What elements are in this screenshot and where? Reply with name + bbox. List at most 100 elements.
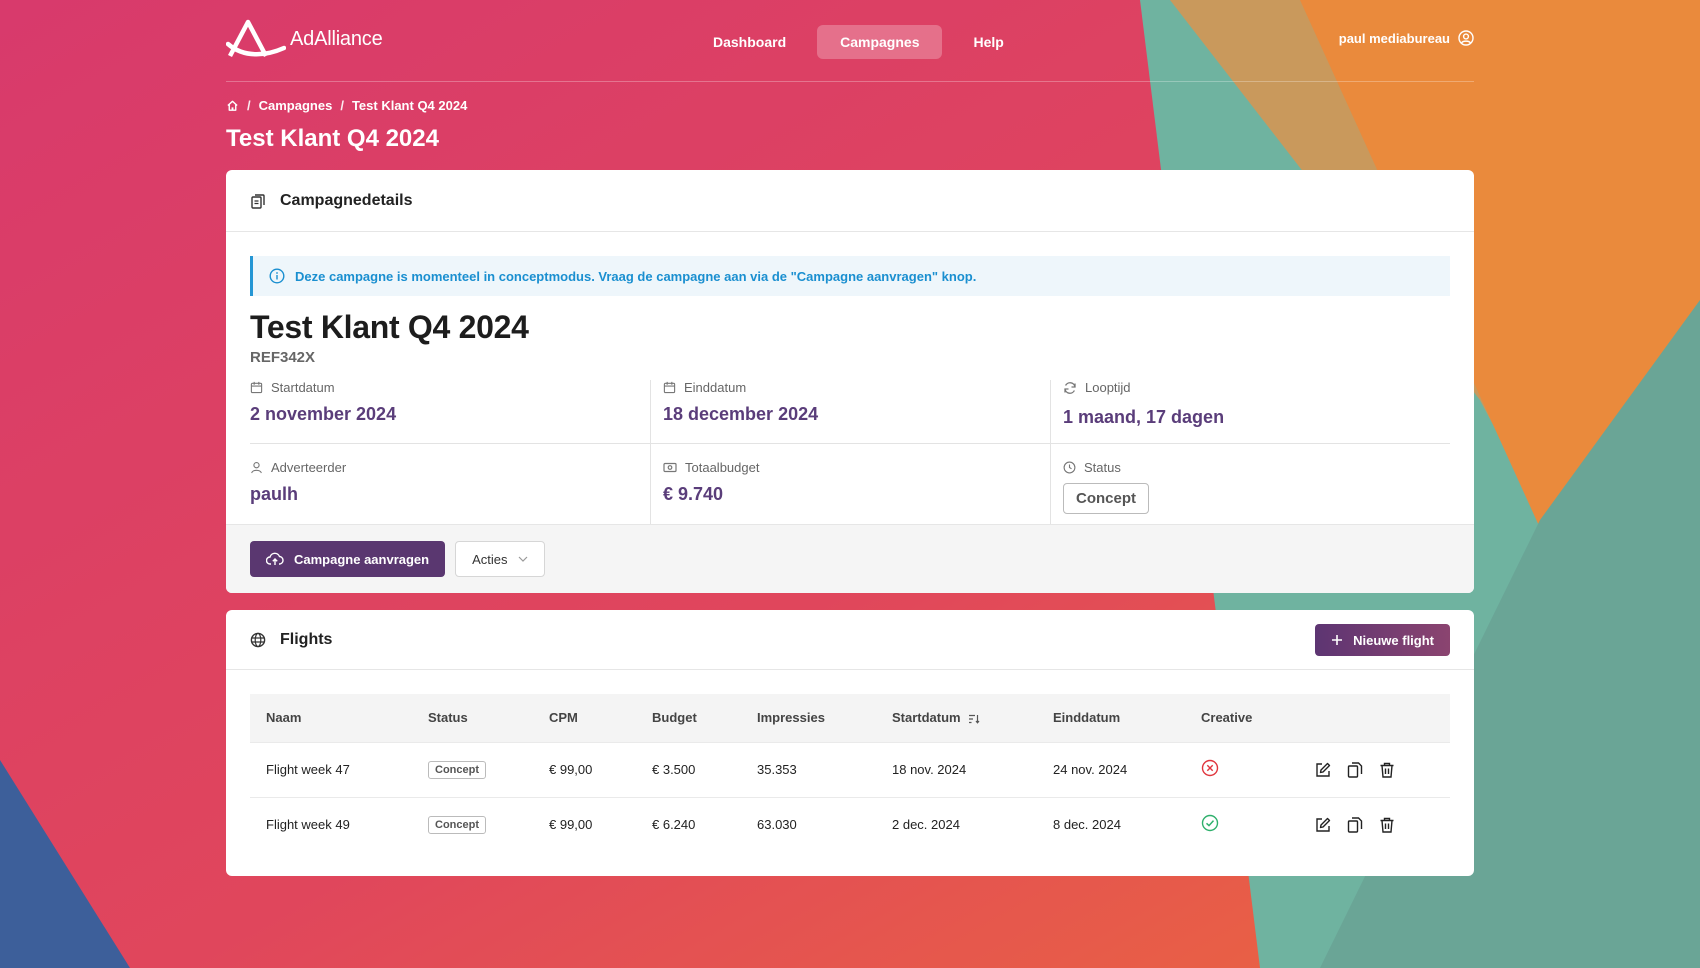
- col-cpm[interactable]: CPM: [533, 694, 636, 742]
- request-campaign-button[interactable]: Campagne aanvragen: [250, 541, 446, 577]
- campaign-details-title: Campagnedetails: [280, 191, 413, 209]
- edit-icon[interactable]: [1314, 816, 1332, 834]
- brand-logo[interactable]: AdAlliance: [226, 18, 383, 60]
- campaign-details-header: Campagnedetails: [226, 170, 1474, 232]
- info-icon: [269, 268, 285, 284]
- brand-name: AdAlliance: [290, 27, 383, 50]
- breadcrumb-separator: /: [340, 98, 344, 113]
- flight-end: 24 nov. 2024: [1037, 741, 1185, 797]
- chevron-down-icon: [518, 556, 527, 562]
- person-icon: [251, 462, 262, 474]
- new-flight-button[interactable]: Nieuwe flight: [1315, 624, 1450, 656]
- actions-dropdown-label: Acties: [472, 551, 508, 567]
- col-startdatum[interactable]: Startdatum: [876, 694, 1037, 742]
- creative-ok-icon: [1201, 815, 1219, 832]
- sort-icon: [969, 714, 980, 724]
- campaign-details-body: Deze campagne is momenteel in conceptmod…: [226, 232, 1474, 524]
- breadcrumb-campagnes[interactable]: Campagnes: [259, 98, 333, 113]
- breadcrumb-current: Test Klant Q4 2024: [351, 98, 468, 113]
- col-naam[interactable]: Naam: [250, 694, 412, 742]
- user-circle-icon: [1458, 30, 1474, 46]
- flight-actions-cell: [1298, 741, 1450, 797]
- calendar-icon: [663, 381, 676, 394]
- field-label: Startdatum: [271, 380, 335, 395]
- flight-name[interactable]: Flight week 49: [250, 796, 412, 852]
- col-budget[interactable]: Budget: [636, 694, 741, 742]
- field-value: paulh: [250, 484, 298, 504]
- row-actions: [1314, 761, 1450, 779]
- col-status[interactable]: Status: [412, 694, 533, 742]
- field-startdatum: Startdatum 2 november 2024: [250, 380, 650, 444]
- request-campaign-label: Campagne aanvragen: [294, 551, 430, 567]
- table-row: Flight week 47 Concept € 99,00 € 3.500 3…: [250, 741, 1450, 797]
- status-badge: Concept: [1063, 483, 1149, 514]
- alert-text: Deze campagne is momenteel in conceptmod…: [295, 268, 977, 284]
- field-value: 1 maand, 17 dagen: [1063, 407, 1225, 427]
- field-label: Adverteerder: [271, 460, 347, 475]
- nav-help[interactable]: Help: [950, 25, 1026, 59]
- field-value: 18 december 2024: [663, 404, 819, 424]
- flight-start: 2 dec. 2024: [876, 796, 1037, 852]
- flight-actions-cell: [1298, 796, 1450, 852]
- creative-missing-icon: [1201, 759, 1219, 777]
- flight-impressions: 35.353: [741, 741, 876, 797]
- col-einddatum[interactable]: Einddatum: [1037, 694, 1185, 742]
- concept-alert: Deze campagne is momenteel in conceptmod…: [250, 256, 1450, 296]
- page-title: Test Klant Q4 2024: [226, 125, 439, 152]
- clock-icon: [1063, 461, 1076, 474]
- home-icon[interactable]: [226, 99, 239, 112]
- refresh-icon: [1064, 381, 1076, 394]
- flights-table-wrap: Naam Status CPM Budget Impressies Startd…: [226, 670, 1474, 876]
- col-startdatum-label: Startdatum: [892, 710, 961, 726]
- user-menu[interactable]: paul mediabureau: [1339, 30, 1474, 46]
- flight-name[interactable]: Flight week 47: [250, 741, 412, 797]
- flights-card: Flights Nieuwe flight Naam Status CPM Bu…: [226, 610, 1474, 876]
- campaign-title: Test Klant Q4 2024: [250, 309, 529, 345]
- main-nav: Dashboard Campagnes Help: [690, 25, 1027, 59]
- flight-creative-cell: [1185, 741, 1298, 797]
- flight-start: 18 nov. 2024: [876, 741, 1037, 797]
- field-status: Status Concept: [1050, 444, 1450, 524]
- field-adverteerder: Adverteerder paulh: [250, 444, 650, 524]
- field-label: Einddatum: [684, 380, 747, 395]
- flight-status-cell: Concept: [412, 796, 533, 852]
- breadcrumb: / Campagnes / Test Klant Q4 2024: [226, 98, 1474, 113]
- money-icon: [663, 462, 677, 473]
- app: AdAlliance Dashboard Campagnes Help paul…: [226, 0, 1474, 876]
- flights-table: Naam Status CPM Budget Impressies Startd…: [250, 694, 1450, 852]
- new-flight-label: Nieuwe flight: [1353, 632, 1434, 648]
- campaign-reference: REF342X: [250, 349, 316, 366]
- delete-icon[interactable]: [1378, 816, 1396, 834]
- flight-budget: € 3.500: [636, 741, 741, 797]
- field-label: Status: [1084, 460, 1121, 475]
- flight-end: 8 dec. 2024: [1037, 796, 1185, 852]
- col-impressies[interactable]: Impressies: [741, 694, 876, 742]
- field-label: Looptijd: [1085, 380, 1131, 395]
- breadcrumb-separator: /: [247, 98, 251, 113]
- field-value: € 9.740: [663, 484, 724, 504]
- adalliance-logo-icon: [226, 19, 286, 58]
- col-actions: [1298, 694, 1450, 742]
- documents-icon: [251, 193, 265, 209]
- table-row: Flight week 49 Concept € 99,00 € 6.240 6…: [250, 796, 1450, 852]
- col-creative[interactable]: Creative: [1185, 694, 1298, 742]
- duplicate-icon[interactable]: [1346, 761, 1364, 779]
- field-looptijd: Looptijd 1 maand, 17 dagen: [1050, 380, 1450, 444]
- duplicate-icon[interactable]: [1346, 816, 1364, 834]
- flights-title: Flights: [280, 630, 333, 648]
- actions-dropdown[interactable]: Acties: [455, 541, 545, 577]
- cloud-upload-icon: [266, 552, 284, 565]
- user-name: paul mediabureau: [1338, 30, 1450, 46]
- flight-status-badge: Concept: [428, 815, 486, 834]
- edit-icon[interactable]: [1314, 761, 1332, 779]
- nav-campagnes[interactable]: Campagnes: [817, 25, 943, 59]
- flight-impressions: 63.030: [741, 796, 876, 852]
- flight-creative-cell: [1185, 796, 1298, 852]
- flight-status-badge: Concept: [428, 760, 486, 779]
- flights-header: Flights Nieuwe flight: [226, 610, 1474, 670]
- calendar-icon: [250, 381, 263, 394]
- field-totaalbudget: Totaalbudget € 9.740: [650, 444, 1050, 524]
- delete-icon[interactable]: [1378, 761, 1396, 779]
- field-einddatum: Einddatum 18 december 2024: [650, 380, 1050, 444]
- nav-dashboard[interactable]: Dashboard: [690, 25, 809, 59]
